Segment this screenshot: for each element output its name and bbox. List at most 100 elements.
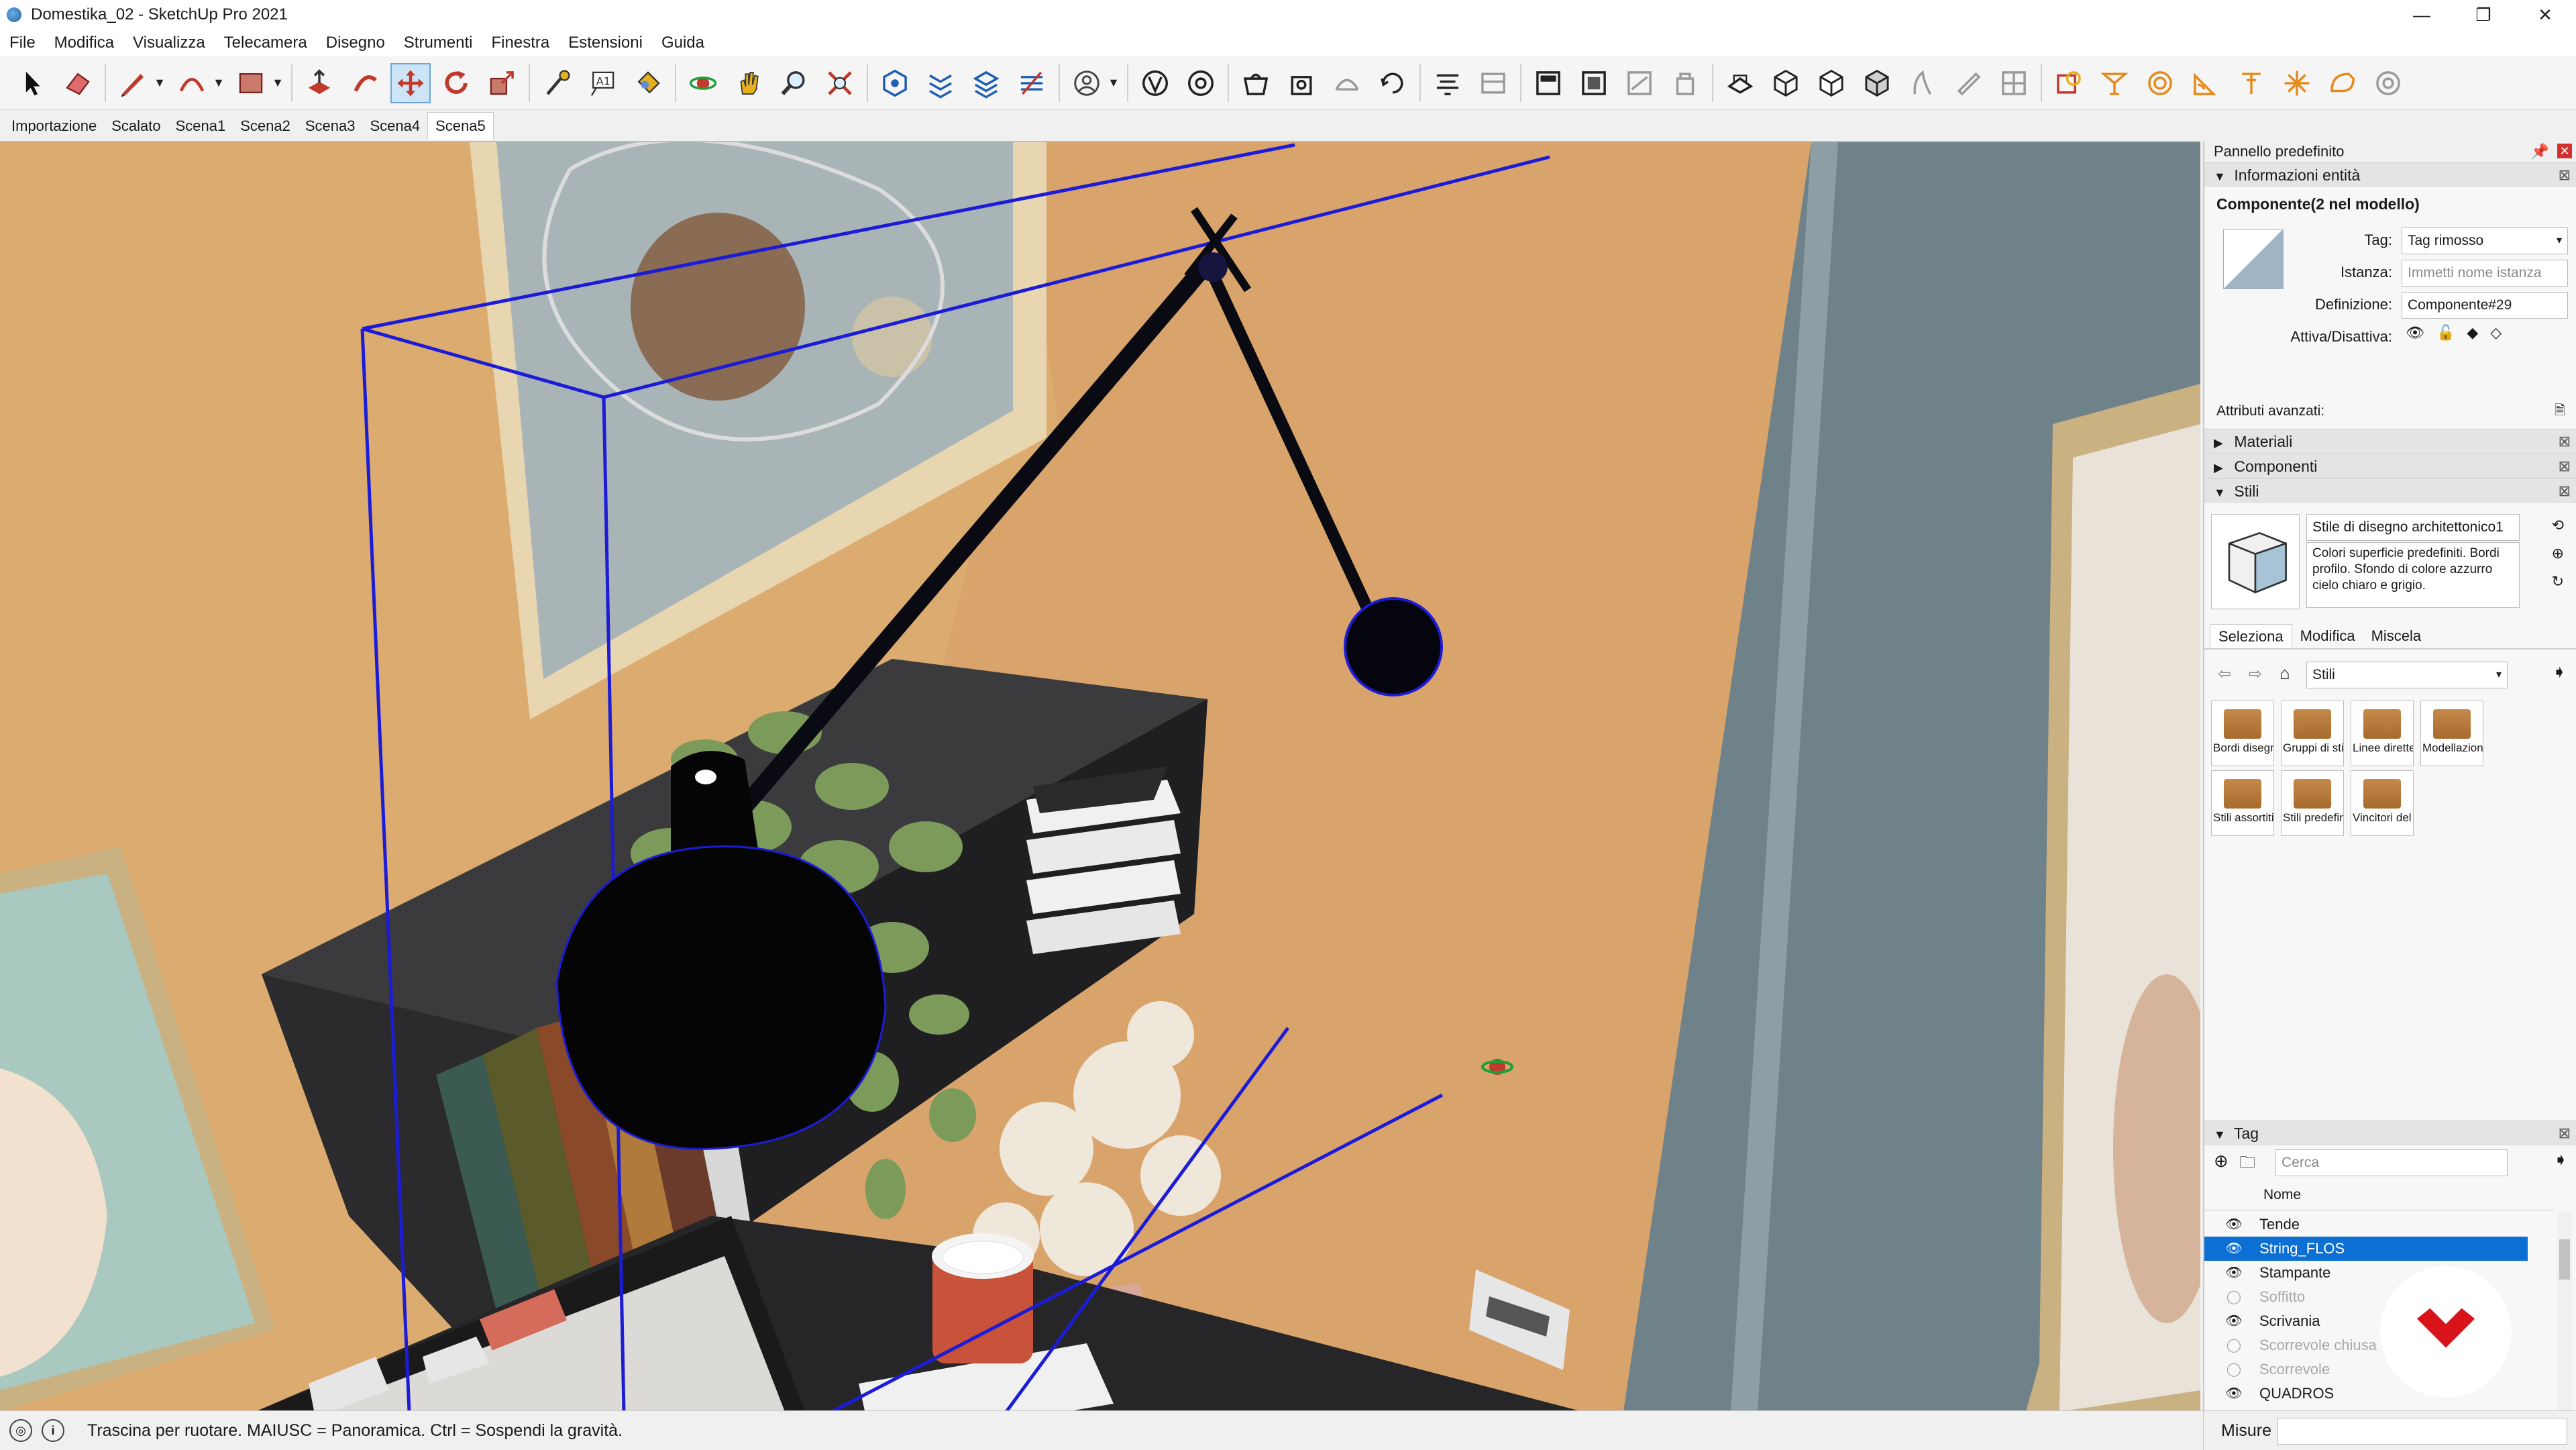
entity-info-tray-header[interactable]: ▼ Informazioni entità ⊠ <box>2204 162 2576 187</box>
look-around-button[interactable] <box>1473 63 1513 103</box>
tags-details-arrow-icon[interactable]: ➧ <box>2553 1149 2568 1170</box>
intersect-button[interactable] <box>2094 63 2135 103</box>
shaded-button[interactable] <box>1857 63 1897 103</box>
style-folder-item[interactable]: Stili predefiniti <box>2281 770 2344 836</box>
eye-icon[interactable]: 👁 <box>2222 1309 2246 1333</box>
3d-text-button[interactable] <box>2368 63 2408 103</box>
details-arrow-icon[interactable]: ➧ <box>2552 662 2567 682</box>
tag-row[interactable]: 👁 Tende <box>2204 1212 2528 1237</box>
menu-estensioni[interactable]: Estensioni <box>559 34 652 52</box>
menu-guida[interactable]: Guida <box>652 34 714 52</box>
tray-close-icon[interactable]: ⊠ <box>2559 454 2571 478</box>
select-tool-button[interactable] <box>12 63 52 103</box>
shadows-button[interactable] <box>1574 63 1614 103</box>
tray-close-icon[interactable]: ⊠ <box>2559 163 2571 187</box>
menu-strumenti[interactable]: Strumenti <box>394 34 482 52</box>
textured-button[interactable] <box>1902 63 1943 103</box>
rotate-tool-button[interactable] <box>436 63 476 103</box>
grid-button[interactable] <box>1994 63 2034 103</box>
eye-icon[interactable]: 👁 <box>2222 1237 2246 1261</box>
style-folder-item[interactable]: Bordi disegno <box>2211 701 2274 766</box>
style-folder-item[interactable]: Vincitori del concorso <box>2351 770 2414 836</box>
tag-select[interactable]: Tag rimosso ▾ <box>2402 227 2568 254</box>
wireframe-button[interactable] <box>1766 63 1806 103</box>
arc-tool-button[interactable] <box>172 63 212 103</box>
solid-tools-button[interactable] <box>2049 63 2089 103</box>
move-tool-button[interactable] <box>390 62 431 103</box>
scene-tab-scalato[interactable]: Scalato <box>104 113 168 140</box>
scale-tool-button[interactable] <box>482 63 522 103</box>
styles-tray-header[interactable]: ▼ Stili ⊠ <box>2204 478 2576 503</box>
zoom-tool-button[interactable] <box>774 63 814 103</box>
style-folder-item[interactable]: Modellazione <box>2420 701 2483 766</box>
style-name-input[interactable]: Stile di disegno architettonico1 <box>2306 514 2520 541</box>
maximize-button[interactable]: ❐ <box>2453 0 2514 30</box>
tag-search-input[interactable]: Cerca <box>2275 1149 2508 1176</box>
style-description[interactable]: Colori superficie predefiniti. Bordi pro… <box>2306 542 2520 608</box>
fog-button[interactable] <box>1619 63 1660 103</box>
menu-modifica[interactable]: Modifica <box>45 34 123 52</box>
monochrome-button[interactable] <box>1948 63 1988 103</box>
outer-shell-button[interactable] <box>2322 63 2363 103</box>
style-folder-item[interactable]: Stili assortiti <box>2211 770 2274 836</box>
scene-tab-scena2[interactable]: Scena2 <box>233 113 298 140</box>
close-button[interactable]: ✕ <box>2514 0 2576 30</box>
camera-button[interactable] <box>1373 63 1413 103</box>
iso-view-button[interactable] <box>875 63 915 103</box>
xray-button[interactable] <box>1665 63 1705 103</box>
account-dropdown-chevron-icon[interactable]: ▼ <box>1107 63 1120 103</box>
sandbox-button[interactable] <box>1135 63 1175 103</box>
menu-visualizza[interactable]: Visualizza <box>123 34 215 52</box>
scene-tab-importazione[interactable]: Importazione <box>4 113 104 140</box>
subtract-button[interactable] <box>2186 63 2226 103</box>
push-pull-tool-button[interactable] <box>299 63 339 103</box>
line-tool-button[interactable] <box>113 63 153 103</box>
split-button[interactable] <box>2277 63 2317 103</box>
tray-close-icon[interactable]: ⊠ <box>2559 479 2571 503</box>
tags-scrollbar[interactable] <box>2557 1212 2572 1420</box>
drawing-viewport[interactable] <box>0 141 2200 1412</box>
scene-tab-scena4[interactable]: Scena4 <box>362 113 427 140</box>
follow-me-tool-button[interactable] <box>345 63 385 103</box>
walk-button[interactable] <box>1428 63 1468 103</box>
scene-tab-scena1[interactable]: Scena1 <box>168 113 233 140</box>
position-camera-button[interactable] <box>1528 63 1568 103</box>
arc-dropdown-chevron-icon[interactable]: ▼ <box>212 63 225 103</box>
styles-button[interactable] <box>1181 63 1221 103</box>
panel-close-icon[interactable]: ✕ <box>2557 144 2572 158</box>
trim-button[interactable] <box>2231 63 2271 103</box>
geolocation-icon[interactable]: ◎ <box>9 1419 32 1442</box>
scene-tab-scena3[interactable]: Scena3 <box>298 113 363 140</box>
visibility-eye-icon[interactable]: 👁 <box>2406 324 2424 342</box>
definition-name-input[interactable]: Componente#29 <box>2402 292 2568 319</box>
style-folder-item[interactable]: Linee dirette <box>2351 701 2414 766</box>
text-tool-button[interactable]: A1 <box>582 63 623 103</box>
lock-icon[interactable]: 🔓 <box>2436 324 2455 342</box>
instance-name-input[interactable]: Immetti nome istanza <box>2402 260 2568 287</box>
eye-icon[interactable]: 👁 <box>2222 1212 2246 1237</box>
top-view-button[interactable] <box>920 63 961 103</box>
update-style-icon[interactable]: ⟲ <box>2552 517 2564 534</box>
account-button[interactable] <box>1067 63 1107 103</box>
eye-icon[interactable]: 👁 <box>2222 1261 2246 1285</box>
eraser-tool-button[interactable] <box>58 63 98 103</box>
info-circle-icon[interactable]: i <box>42 1419 64 1442</box>
eye-hidden-icon[interactable]: ◯ <box>2222 1333 2246 1357</box>
eye-icon[interactable]: 👁 <box>2222 1382 2246 1406</box>
tags-column-name[interactable]: Nome <box>2263 1187 2301 1203</box>
tags-scrollbar-thumb[interactable] <box>2559 1239 2570 1280</box>
line-dropdown-chevron-icon[interactable]: ▼ <box>153 63 166 103</box>
measurements-input[interactable] <box>2277 1418 2567 1445</box>
warehouse-button[interactable] <box>1236 63 1276 103</box>
tray-close-icon[interactable]: ⊠ <box>2559 429 2571 454</box>
style-folder-item[interactable]: Gruppi di stili <box>2281 701 2344 766</box>
add-tag-folder-icon[interactable]: 🗀 <box>2239 1151 2255 1178</box>
cast-shadow-icon[interactable]: ◇ <box>2490 324 2502 342</box>
menu-disegno[interactable]: Disegno <box>317 34 394 52</box>
back-edges-button[interactable] <box>1720 63 1760 103</box>
components-tray-header[interactable]: ▶ Componenti ⊠ <box>2204 454 2576 478</box>
refresh-icon[interactable]: ↻ <box>2552 573 2564 590</box>
front-view-button[interactable] <box>966 63 1006 103</box>
minimize-button[interactable]: — <box>2391 0 2453 30</box>
tag-row-selected[interactable]: 👁 String_FLOS <box>2204 1237 2528 1261</box>
